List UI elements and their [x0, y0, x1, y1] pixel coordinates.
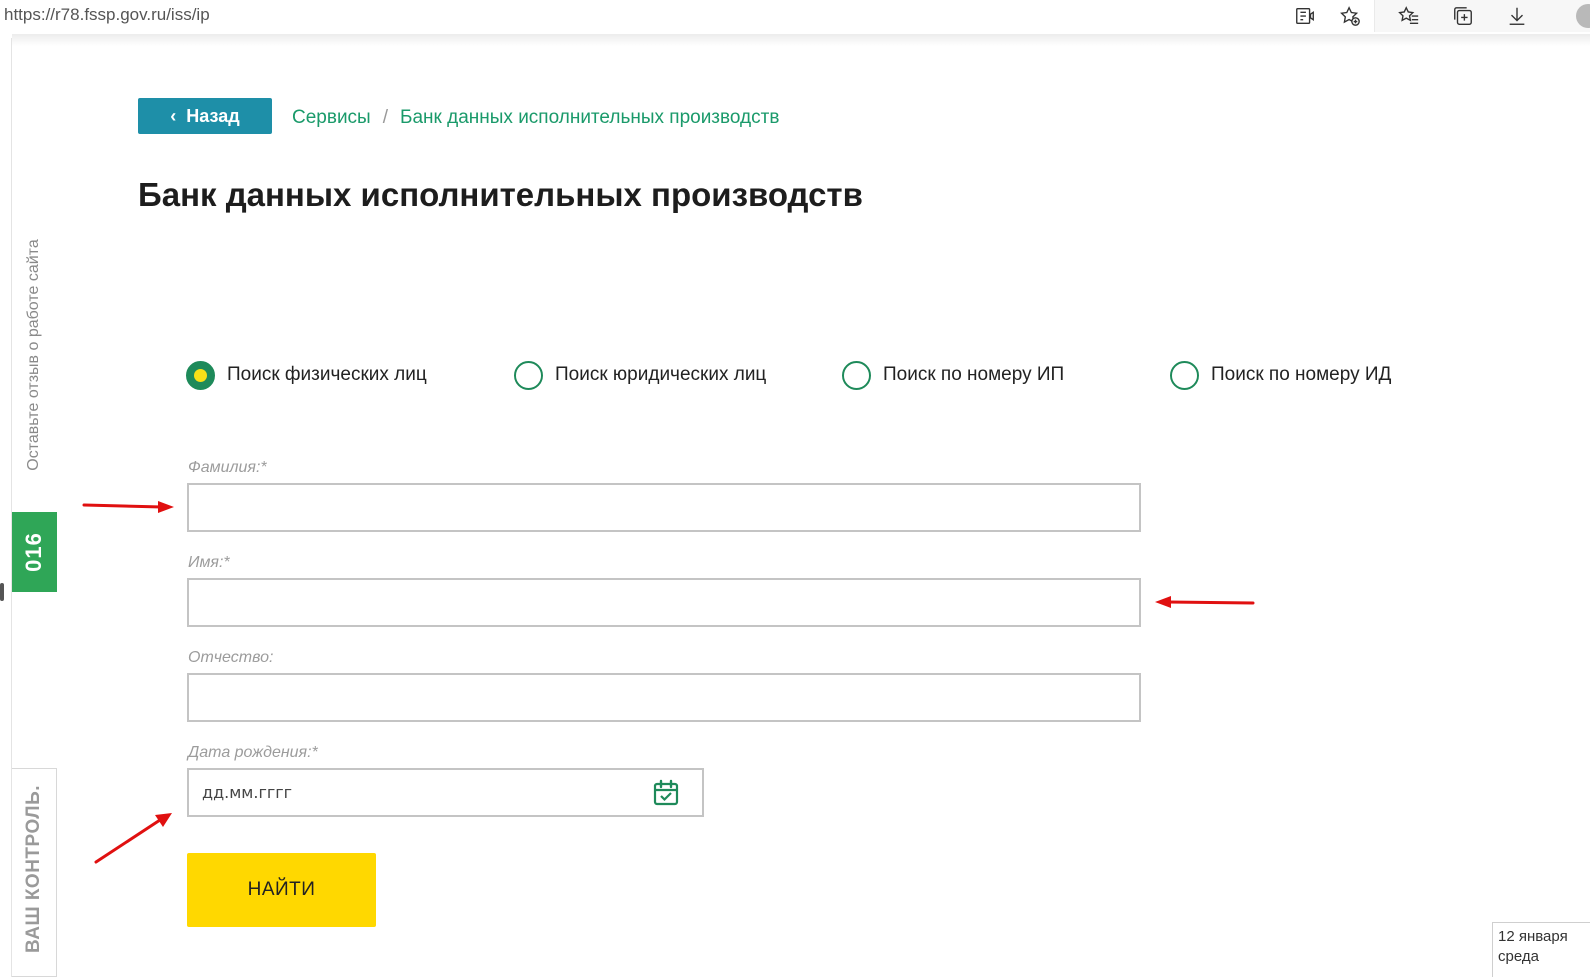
feedback-tab[interactable]: Оставьте отзыв о работе сайта	[12, 210, 56, 500]
breadcrumb-current[interactable]: Банк данных исполнительных производств	[400, 107, 779, 129]
radio-checked-icon	[186, 360, 215, 390]
phone-016-tab[interactable]: 016	[12, 512, 57, 592]
radio-unchecked-icon	[842, 360, 871, 390]
collections-icon[interactable]	[1450, 4, 1476, 28]
rail-handle[interactable]	[0, 583, 4, 601]
download-icon[interactable]	[1504, 4, 1530, 28]
firstname-input[interactable]	[187, 578, 1141, 627]
favorites-icon[interactable]	[1396, 4, 1422, 28]
your-control-label: ВАШ КОНТРОЛЬ.	[23, 784, 44, 954]
breadcrumb: Сервисы / Банк данных исполнительных про…	[292, 107, 779, 129]
lastname-input[interactable]	[187, 483, 1141, 532]
clock-weekday: среда	[1498, 948, 1539, 965]
your-control-tab[interactable]: ВАШ КОНТРОЛЬ.	[12, 768, 57, 977]
clock-date: 12 января	[1498, 928, 1568, 945]
header-shadow	[12, 34, 1590, 46]
back-button[interactable]: ‹ Назад	[138, 98, 272, 134]
arrow-head	[1155, 596, 1171, 608]
lastname-label: Фамилия:*	[188, 459, 267, 476]
search-submit-button[interactable]: НАЙТИ	[187, 853, 376, 927]
birthdate-placeholder: дд.мм.гггг	[202, 783, 293, 802]
toolbar-divider	[1374, 0, 1375, 32]
search-type-radio-group: Поиск физических лиц Поиск юридических л…	[186, 360, 1486, 390]
radio-id-number[interactable]: Поиск по номеру ИД	[1170, 360, 1391, 390]
left-rail	[0, 38, 12, 977]
phone-016-label: 016	[21, 532, 46, 572]
birthdate-label: Дата рождения:*	[188, 744, 318, 761]
arrow-head	[158, 501, 174, 513]
radio-label: Поиск по номеру ИД	[1211, 364, 1392, 385]
arrow-head	[155, 813, 172, 827]
page: https://r78.fssp.gov.ru/iss/ip Оставьте …	[0, 0, 1590, 977]
patronymic-label: Отчество:	[188, 649, 274, 666]
browser-toolbar: https://r78.fssp.gov.ru/iss/ip	[0, 0, 1590, 32]
radio-unchecked-icon	[514, 360, 543, 390]
firstname-label: Имя:*	[188, 554, 230, 571]
address-bar[interactable]: https://r78.fssp.gov.ru/iss/ip	[4, 5, 210, 25]
radio-legal-entities[interactable]: Поиск юридических лиц	[514, 360, 766, 390]
back-button-label: Назад	[186, 105, 240, 126]
breadcrumb-separator: /	[382, 107, 388, 128]
chevron-left-icon: ‹	[170, 105, 177, 126]
add-favorite-icon[interactable]	[1337, 4, 1363, 28]
patronymic-input[interactable]	[187, 673, 1141, 722]
radio-individuals[interactable]: Поиск физических лиц	[186, 360, 427, 390]
radio-ip-number[interactable]: Поиск по номеру ИП	[842, 360, 1064, 390]
radio-label: Поиск юридических лиц	[555, 364, 767, 385]
radio-unchecked-icon	[1170, 360, 1199, 390]
page-title: Банк данных исполнительных производств	[138, 176, 863, 213]
calendar-icon[interactable]	[652, 779, 680, 807]
arrow-to-lastname	[82, 503, 164, 509]
arrow-to-birthdate	[94, 818, 162, 864]
radio-label: Поиск физических лиц	[227, 364, 427, 385]
taskbar-clock[interactable]: 12 января среда	[1492, 922, 1590, 977]
breadcrumb-services[interactable]: Сервисы	[292, 107, 371, 129]
arrow-to-firstname	[1166, 600, 1255, 605]
radio-label: Поиск по номеру ИП	[883, 364, 1065, 385]
reader-view-icon[interactable]	[1292, 4, 1318, 28]
birthdate-input[interactable]: дд.мм.гггг	[187, 768, 704, 817]
feedback-tab-label: Оставьте отзыв о работе сайта	[25, 239, 42, 471]
